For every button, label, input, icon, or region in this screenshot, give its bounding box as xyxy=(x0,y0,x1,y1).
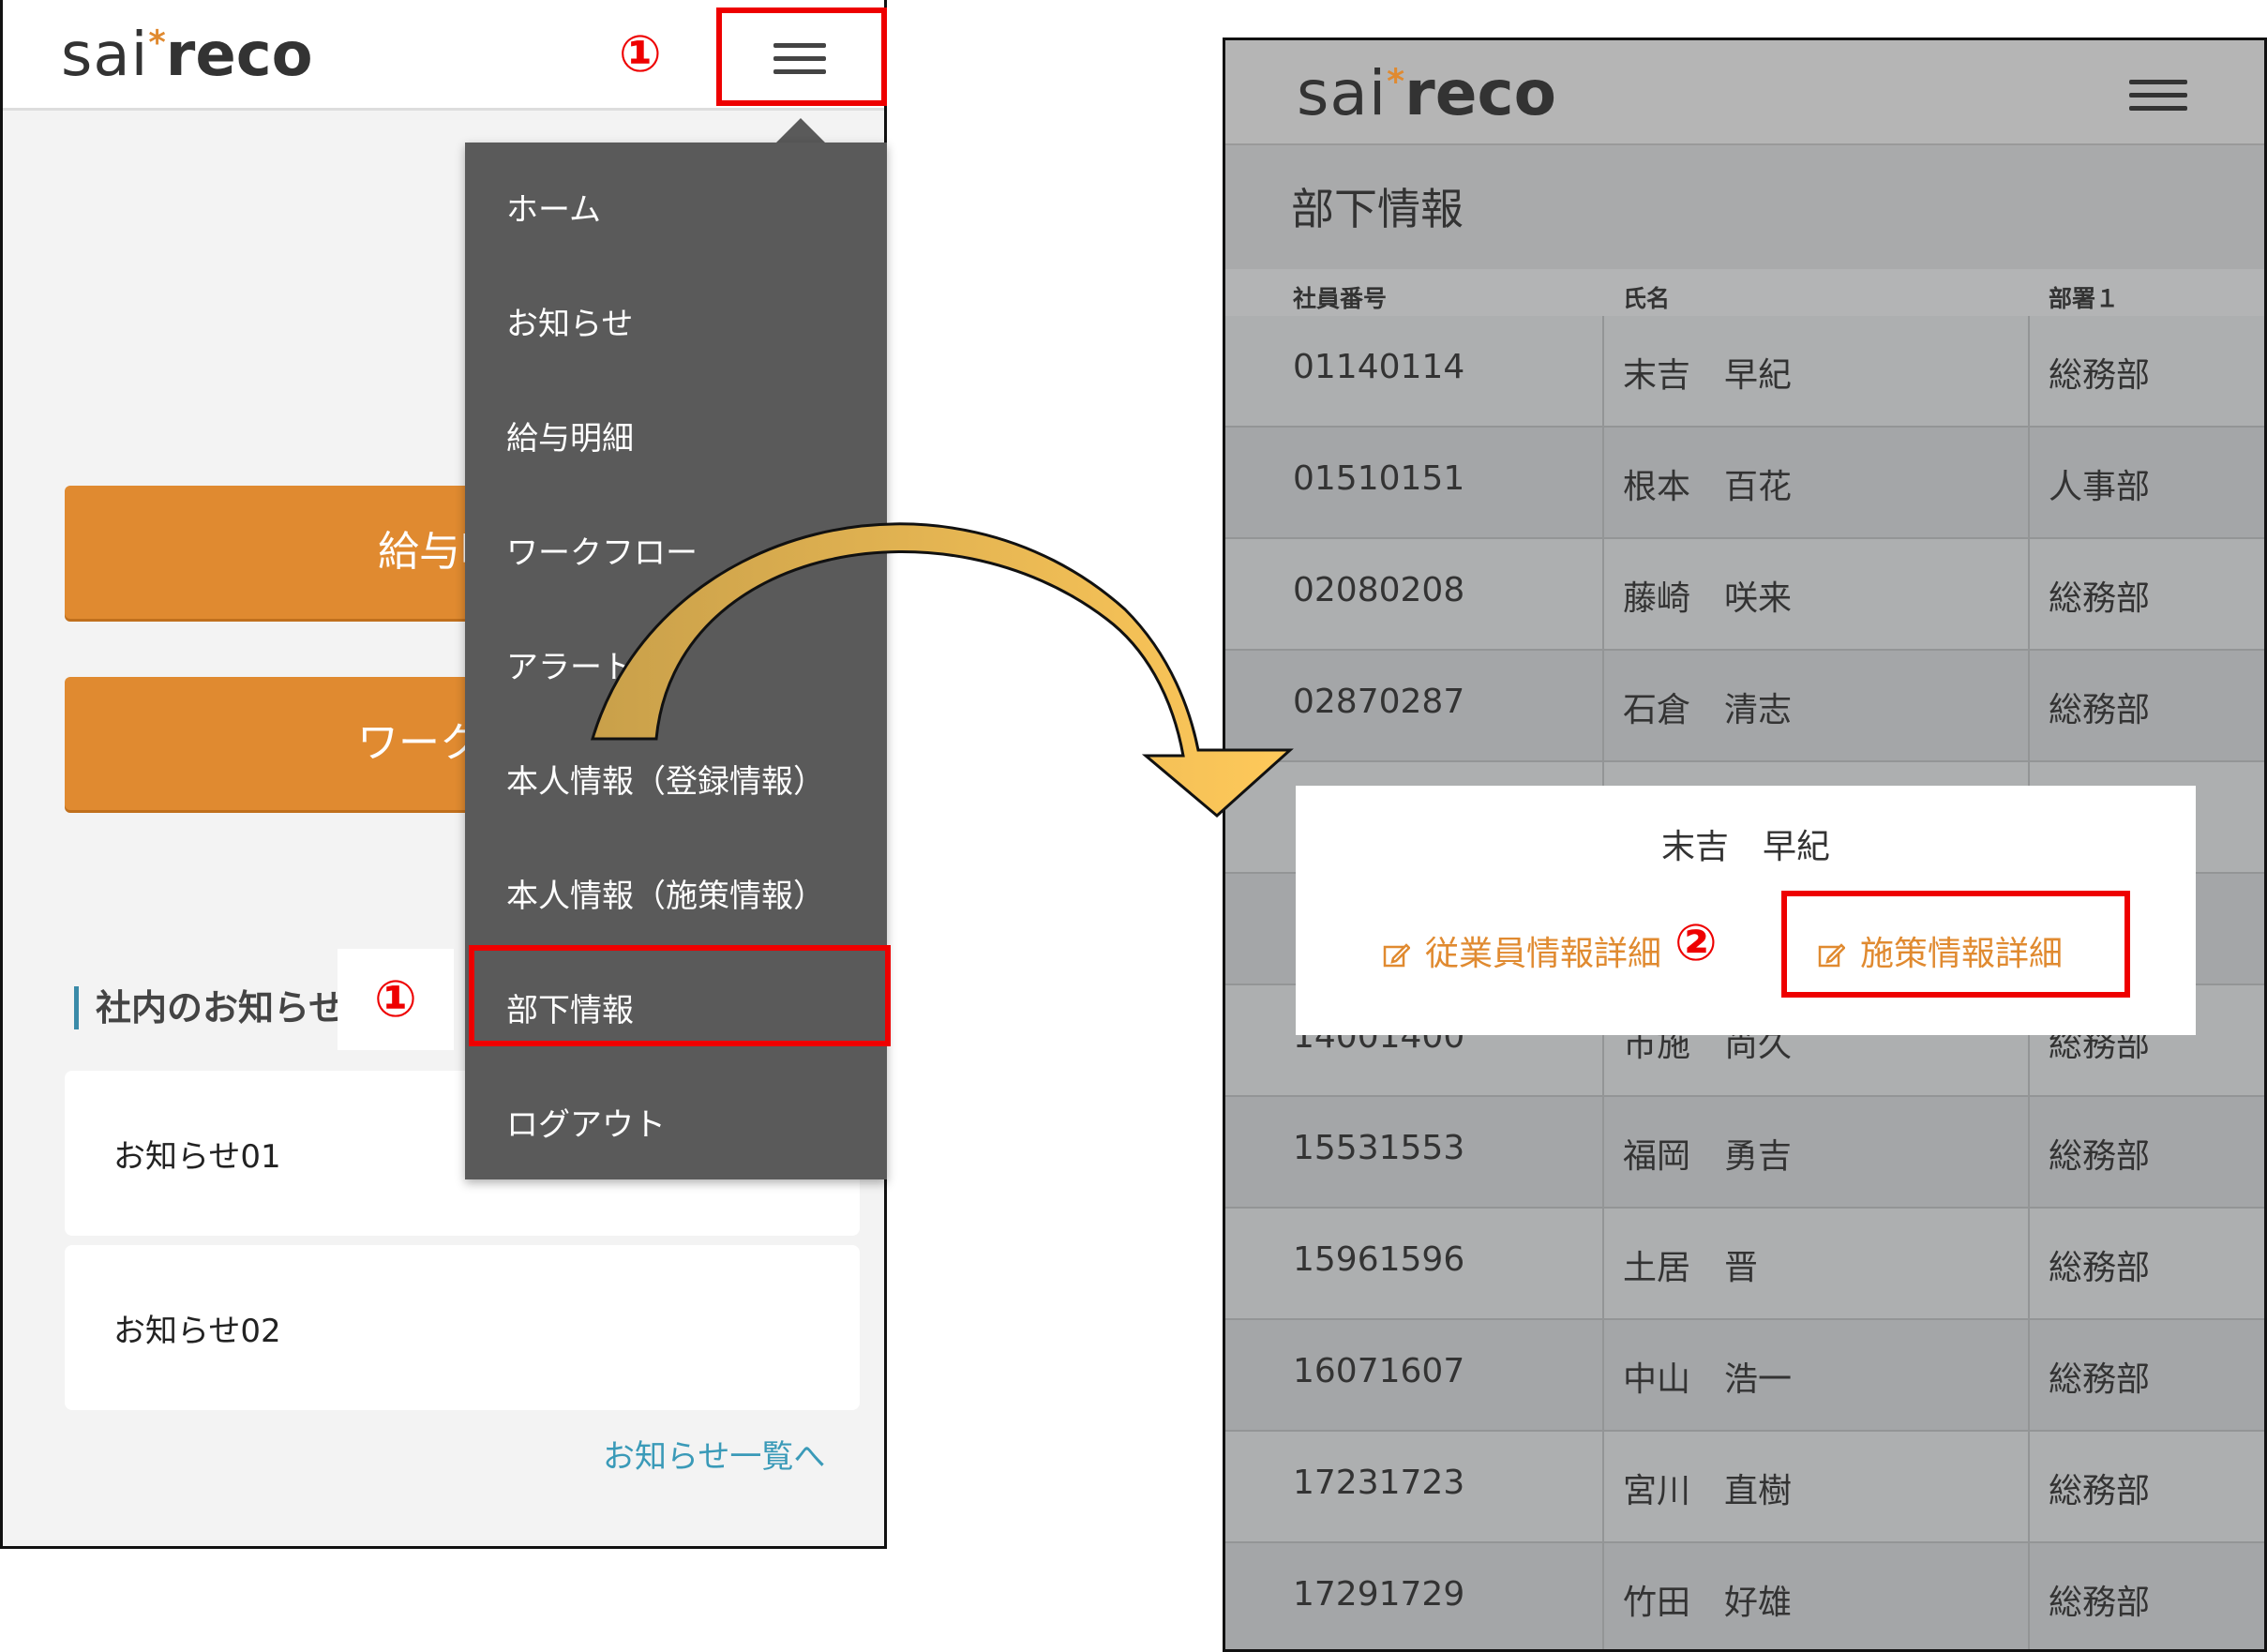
employee-detail-button[interactable]: 従業員情報詳細 xyxy=(1382,926,1682,975)
cell-department: 総務部 xyxy=(2049,1472,2151,1510)
cell-department: 総務部 xyxy=(2049,1584,2151,1622)
menu-item-profile-policy[interactable]: 本人情報（施策情報） xyxy=(506,870,825,916)
news-item-title: お知らせ01 xyxy=(113,1138,281,1176)
cell-department: 総務部 xyxy=(2049,579,2151,618)
table-row[interactable]: 16071607 中山 浩一 総務部 xyxy=(1225,1320,2264,1432)
cell-name: 竹田 好雄 xyxy=(1623,1584,1793,1622)
employee-detail-label: 従業員情報詳細 xyxy=(1425,935,1662,973)
cell-name: 末吉 早紀 xyxy=(1623,356,1793,395)
column-header-employee-id: 社員番号 xyxy=(1293,285,1388,312)
menu-pointer xyxy=(774,118,827,144)
column-divider xyxy=(1602,428,1604,539)
modal-employee-name: 末吉 早紀 xyxy=(1660,828,1830,866)
news-section-heading: 社内のお知らせ xyxy=(74,986,344,1029)
cell-department: 総務部 xyxy=(2049,691,2151,729)
column-divider xyxy=(1602,1543,1604,1649)
table-row[interactable]: 15961596 土居 晋 総務部 xyxy=(1225,1209,2264,1320)
cell-employee-id: 02080208 xyxy=(1293,571,1465,609)
cell-name: 土居 晋 xyxy=(1623,1249,1759,1287)
logo-star: * xyxy=(148,23,166,63)
logo-sai: sai xyxy=(1297,57,1388,129)
column-divider xyxy=(1602,1432,1604,1543)
table-row[interactable]: 15531553 福岡 勇吉 総務部 xyxy=(1225,1097,2264,1209)
column-divider xyxy=(2028,316,2030,428)
news-list-link[interactable]: お知らせ一覧へ xyxy=(603,1431,825,1477)
logo-reco: reco xyxy=(165,21,313,90)
table-row[interactable]: 02080208 藤崎 咲来 総務部 xyxy=(1225,539,2264,651)
cell-employee-id: 15531553 xyxy=(1293,1129,1465,1167)
cell-employee-id: 01140114 xyxy=(1293,348,1465,386)
logo-star: * xyxy=(1387,61,1405,101)
step-1-marker: ① xyxy=(619,24,662,83)
column-divider xyxy=(2028,428,2030,539)
column-divider xyxy=(1602,1320,1604,1432)
saireco-logo[interactable]: sai*reco xyxy=(1297,57,1556,129)
column-divider xyxy=(1602,1209,1604,1320)
hamburger-menu-button[interactable] xyxy=(716,8,887,106)
edit-icon xyxy=(1383,943,1410,968)
column-header-department: 部署１ xyxy=(2049,285,2120,312)
page-title: 部下情報 xyxy=(1291,184,1464,234)
table-row[interactable]: 17291729 竹田 好雄 総務部 xyxy=(1225,1543,2264,1649)
cell-department: 総務部 xyxy=(2049,1360,2151,1399)
column-divider xyxy=(2028,1209,2030,1320)
column-divider xyxy=(2028,651,2030,762)
hamburger-icon[interactable] xyxy=(2129,80,2187,113)
column-divider xyxy=(1602,1097,1604,1209)
subordinates-highlight-box xyxy=(469,945,891,1046)
cell-employee-id: 16071607 xyxy=(1293,1352,1465,1390)
cell-department: 総務部 xyxy=(2049,1249,2151,1287)
cell-employee-id: 17231723 xyxy=(1293,1464,1465,1502)
column-divider xyxy=(2028,539,2030,651)
cell-name: 根本 百花 xyxy=(1623,468,1793,506)
menu-item-home[interactable]: ホーム xyxy=(506,184,601,230)
cell-employee-id: 02870287 xyxy=(1293,683,1465,721)
step-2-marker: ② xyxy=(1674,913,1718,972)
cell-name: 石倉 清志 xyxy=(1623,691,1793,729)
cell-name: 福岡 勇吉 xyxy=(1623,1137,1793,1176)
cell-name: 中山 浩一 xyxy=(1623,1360,1793,1399)
hamburger-icon xyxy=(773,43,826,77)
column-header-name: 氏名 xyxy=(1623,285,1671,312)
step-1-marker: ① xyxy=(338,949,454,1050)
news-item-title: お知らせ02 xyxy=(113,1313,281,1350)
logo-reco: reco xyxy=(1404,57,1556,129)
menu-item-news[interactable]: お知らせ xyxy=(506,298,633,344)
news-item[interactable]: お知らせ02 xyxy=(65,1245,860,1410)
cell-employee-id: 01510151 xyxy=(1293,459,1465,498)
column-divider xyxy=(2028,1097,2030,1209)
cell-employee-id: 15961596 xyxy=(1293,1240,1465,1279)
logo-sai: sai xyxy=(61,21,149,90)
saireco-logo[interactable]: sai*reco xyxy=(61,21,313,90)
column-divider xyxy=(2028,1432,2030,1543)
cell-employee-id: 17291729 xyxy=(1293,1575,1465,1614)
right-app-header: sai*reco xyxy=(1225,40,2264,145)
cell-name: 宮川 直樹 xyxy=(1623,1472,1793,1510)
column-divider xyxy=(1602,316,1604,428)
cell-name: 藤崎 咲来 xyxy=(1623,579,1793,618)
table-row[interactable]: 02870287 石倉 清志 総務部 xyxy=(1225,651,2264,762)
column-divider xyxy=(2028,1320,2030,1432)
table-row[interactable]: 17231723 宮川 直樹 総務部 xyxy=(1225,1432,2264,1543)
curved-arrow-icon xyxy=(590,522,1294,818)
menu-item-logout[interactable]: ログアウト xyxy=(506,1099,666,1145)
cell-department: 総務部 xyxy=(2049,1137,2151,1176)
table-row[interactable]: 01510151 根本 百花 人事部 xyxy=(1225,428,2264,539)
column-divider xyxy=(1602,539,1604,651)
cell-department: 人事部 xyxy=(2049,468,2151,506)
column-divider xyxy=(1602,651,1604,762)
cell-department: 総務部 xyxy=(2049,356,2151,395)
table-row[interactable]: 01140114 末吉 早紀 総務部 xyxy=(1225,316,2264,428)
policy-detail-highlight-box xyxy=(1781,891,2130,998)
column-divider xyxy=(2028,1543,2030,1649)
